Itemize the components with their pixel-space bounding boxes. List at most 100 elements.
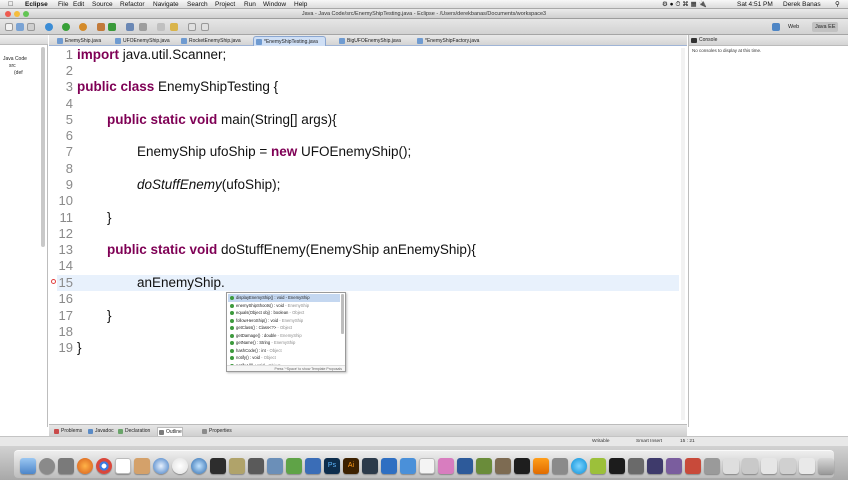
app-icon-2[interactable] xyxy=(495,458,511,474)
tab-enemyshipfactory[interactable]: *EnemyShipFactory.java xyxy=(415,36,479,46)
package-explorer-header[interactable] xyxy=(0,35,48,45)
media-icon[interactable] xyxy=(438,458,454,474)
webcam-icon[interactable] xyxy=(628,458,644,474)
assist-item[interactable]: getDamage() : double - EnemyShip xyxy=(228,332,340,340)
vlc-icon[interactable] xyxy=(533,458,549,474)
back-icon[interactable] xyxy=(188,23,196,31)
code-line-13[interactable]: public static void doStuffEnemy(EnemyShi… xyxy=(107,242,476,258)
editor-app-icon[interactable] xyxy=(457,458,473,474)
camtasia-icon[interactable] xyxy=(590,458,606,474)
code-line-1[interactable]: import java.util.Scanner; xyxy=(77,47,226,63)
code-line-9[interactable]: doStuffEnemy(ufoShip); xyxy=(137,177,280,193)
minimize-button[interactable] xyxy=(14,11,20,17)
tab-bigufoenemyship[interactable]: BigUFOEnemyShip.java xyxy=(337,36,401,46)
preview-icon[interactable] xyxy=(191,458,207,474)
code-line-7[interactable]: EnemyShip ufoShip = new UFOEnemyShip(); xyxy=(137,144,411,160)
perspective-java-ee[interactable]: Java EE xyxy=(812,22,839,32)
tree-src[interactable]: src xyxy=(9,63,16,69)
tab-javadoc[interactable]: Javadoc xyxy=(87,427,114,436)
menu-navigate[interactable]: Navigate xyxy=(153,0,179,9)
close-button[interactable] xyxy=(5,11,11,17)
error-marker-icon[interactable] xyxy=(51,279,56,284)
clock[interactable]: Sat 4:51 PM xyxy=(737,0,773,9)
app-icon-5[interactable] xyxy=(685,458,701,474)
app-menu[interactable]: Eclipse xyxy=(25,0,48,9)
menu-refactor[interactable]: Refactor xyxy=(120,0,145,9)
status-icons[interactable]: ⚙ ● ⏱ ⌘ ▦ 🔌 xyxy=(662,0,707,9)
tab-declaration[interactable]: Declaration xyxy=(117,427,150,436)
window-thumbnail[interactable] xyxy=(704,458,720,474)
package-explorer-scrollbar[interactable] xyxy=(41,47,45,247)
assist-item[interactable]: getName() : String - EnemyShip xyxy=(228,339,340,347)
code-line-3[interactable]: public class EnemyShipTesting { xyxy=(77,79,278,95)
menu-project[interactable]: Project xyxy=(215,0,235,9)
launchpad-icon[interactable] xyxy=(39,458,55,474)
contacts-icon[interactable] xyxy=(134,458,150,474)
app-icon-4[interactable] xyxy=(666,458,682,474)
perspective-web[interactable]: Web xyxy=(785,22,802,32)
menu-window[interactable]: Window xyxy=(263,0,286,9)
assist-item[interactable]: displayEnemyShip() : void - EnemyShip xyxy=(228,294,340,302)
code-line-5[interactable]: public static void main(String[] args){ xyxy=(107,112,337,128)
open-type-icon[interactable] xyxy=(126,23,134,31)
textedit-icon[interactable] xyxy=(419,458,435,474)
assist-item[interactable]: enemyShipShoots() : void - EnemyShip xyxy=(228,302,340,310)
mission-control-icon[interactable] xyxy=(58,458,74,474)
print-icon[interactable] xyxy=(27,23,35,31)
app-icon-3[interactable] xyxy=(552,458,568,474)
tools-icon[interactable] xyxy=(400,458,416,474)
firefox-icon[interactable] xyxy=(77,458,93,474)
code-editor[interactable]: 1 2 3 4 5 6 7 8 9 10 11 12 13 14 15 16 1… xyxy=(49,46,687,424)
code-line-17[interactable]: } xyxy=(107,308,112,324)
new-java-package-icon[interactable] xyxy=(97,23,105,31)
tab-enemyshiptesting[interactable]: *EnemyShipTesting.java xyxy=(253,36,326,46)
new-icon[interactable] xyxy=(5,23,13,31)
tab-ufoenemyship[interactable]: UFOEnemyShip.java xyxy=(113,36,170,46)
zoom-button[interactable] xyxy=(23,11,29,17)
eclipse-icon[interactable] xyxy=(647,458,663,474)
app-icon[interactable] xyxy=(305,458,321,474)
sketch-icon[interactable] xyxy=(229,458,245,474)
search-icon[interactable] xyxy=(139,23,147,31)
window-thumbnail[interactable] xyxy=(780,458,796,474)
illustrator-icon[interactable]: Ai xyxy=(343,458,359,474)
menu-help[interactable]: Help xyxy=(294,0,307,9)
window-thumbnail[interactable] xyxy=(723,458,739,474)
calendar-icon[interactable] xyxy=(115,458,131,474)
bridge-icon[interactable] xyxy=(362,458,378,474)
assist-item[interactable]: getClass() : Class<?> - Object xyxy=(228,324,340,332)
tab-outline[interactable]: Outline xyxy=(157,427,183,436)
assist-item[interactable]: hashCode() : int - Object xyxy=(228,347,340,355)
save-icon[interactable] xyxy=(16,23,24,31)
run-icon[interactable] xyxy=(62,23,70,31)
terminal-icon[interactable] xyxy=(609,458,625,474)
menu-file[interactable]: File xyxy=(58,0,68,9)
skype-icon[interactable] xyxy=(571,458,587,474)
safari-icon[interactable] xyxy=(153,458,169,474)
tab-properties[interactable]: Properties xyxy=(201,427,232,436)
debug-icon[interactable] xyxy=(45,23,53,31)
apple-icon[interactable]:  xyxy=(8,0,13,9)
menu-search[interactable]: Search xyxy=(187,0,208,9)
new-java-class-icon[interactable] xyxy=(108,23,116,31)
photos-icon[interactable] xyxy=(210,458,226,474)
code-line-15[interactable]: anEnemyShip. xyxy=(137,275,225,291)
spotlight-icon[interactable]: ⚲ xyxy=(835,0,840,9)
assist-item[interactable]: equals(Object obj) : boolean - Object xyxy=(228,309,340,317)
photoshop-icon[interactable]: Ps xyxy=(324,458,340,474)
console-tab[interactable]: Console xyxy=(689,35,848,46)
finder-icon[interactable] xyxy=(20,458,36,474)
assist-item[interactable]: followHeroShip() : void - EnemyShip xyxy=(228,317,340,325)
utility-icon[interactable] xyxy=(286,458,302,474)
tree-default-package[interactable]: (def xyxy=(14,70,23,76)
open-perspective-icon[interactable] xyxy=(772,23,780,31)
menu-run[interactable]: Run xyxy=(244,0,256,9)
tab-enemyship[interactable]: EnemyShip.java xyxy=(55,36,101,46)
iphoto-icon[interactable] xyxy=(267,458,283,474)
minecraft-icon[interactable] xyxy=(476,458,492,474)
tab-rocketenemyship[interactable]: RocketEnemyShip.java xyxy=(179,36,241,46)
toggle-mark-icon[interactable] xyxy=(157,23,165,31)
menu-edit[interactable]: Edit xyxy=(73,0,84,9)
window-thumbnail[interactable] xyxy=(799,458,815,474)
image-app-icon[interactable] xyxy=(248,458,264,474)
